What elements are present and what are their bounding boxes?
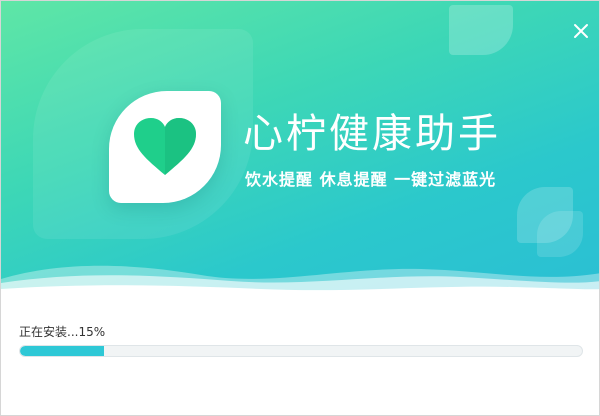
heart-icon	[134, 118, 196, 175]
decor-leaf-top-right	[449, 5, 513, 55]
hero-banner: 心柠健康助手 饮水提醒 休息提醒 一键过滤蓝光	[1, 1, 599, 293]
decor-leaf-right-2	[537, 211, 583, 257]
install-status: 正在安装...15%	[19, 325, 106, 339]
installer-window: 心柠健康助手 饮水提醒 休息提醒 一键过滤蓝光 正在安装...15%	[0, 0, 600, 416]
install-progress-bar	[19, 345, 583, 357]
app-title: 心柠健康助手	[243, 111, 501, 157]
wave-divider	[1, 265, 599, 293]
close-icon	[574, 24, 588, 38]
install-progress-fill	[20, 346, 105, 356]
close-button[interactable]	[567, 17, 595, 45]
app-slogan: 饮水提醒 休息提醒 一键过滤蓝光	[245, 170, 497, 189]
